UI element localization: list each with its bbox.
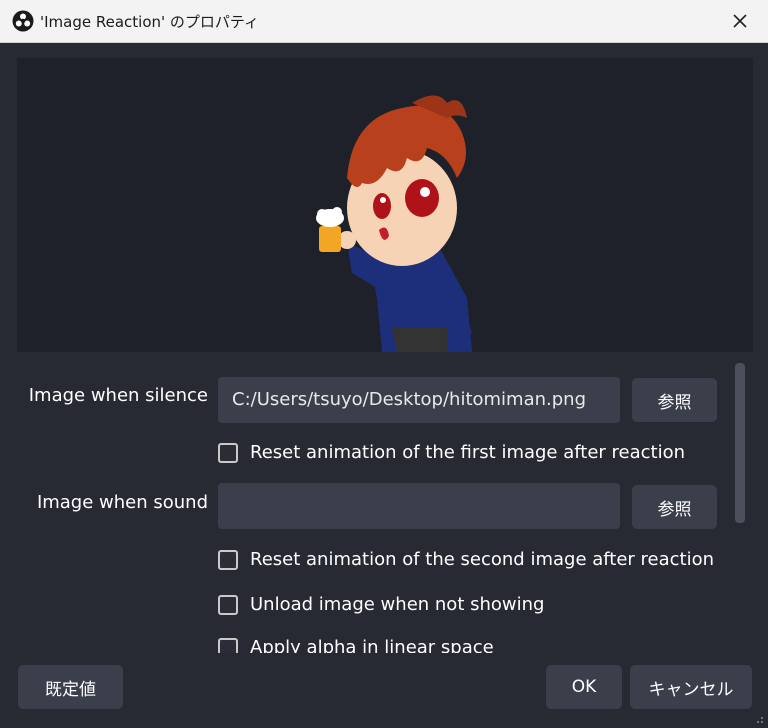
reset-first-label: Reset animation of the first image after…: [250, 442, 686, 463]
reset-second-checkbox[interactable]: [218, 549, 238, 570]
ok-button[interactable]: OK: [546, 665, 622, 709]
alpha-row[interactable]: Apply alpha in linear space: [218, 637, 494, 653]
unload-row[interactable]: Unload image when not showing: [218, 594, 544, 615]
defaults-button[interactable]: 既定値: [18, 665, 123, 709]
scrollbar[interactable]: [733, 363, 747, 655]
unload-label: Unload image when not showing: [250, 594, 545, 615]
silence-image-path-input[interactable]: C:/Users/tsuyo/Desktop/hitomiman.png: [218, 377, 620, 423]
image-preview: [17, 58, 753, 352]
property-list: Image when silence C:/Users/tsuyo/Deskto…: [0, 363, 768, 653]
close-icon: [733, 14, 747, 28]
dialog-body: Image when silence C:/Users/tsuyo/Deskto…: [0, 43, 768, 728]
silence-image-label: Image when silence: [28, 385, 208, 406]
sound-image-path-input[interactable]: [218, 483, 620, 529]
reset-second-label: Reset animation of the second image afte…: [250, 549, 715, 570]
browse-sound-button[interactable]: 参照: [632, 485, 717, 529]
window-title: 'Image Reaction' のプロパティ: [40, 13, 260, 31]
sound-image-label: Image when sound: [36, 492, 208, 513]
reset-first-checkbox[interactable]: [218, 442, 238, 463]
reset-first-row[interactable]: Reset animation of the first image after…: [218, 442, 685, 463]
alpha-label: Apply alpha in linear space: [250, 637, 494, 653]
close-button[interactable]: [718, 0, 762, 42]
character-image: [316, 95, 472, 352]
reset-second-row[interactable]: Reset animation of the second image afte…: [218, 549, 714, 570]
cancel-button[interactable]: キャンセル: [630, 665, 752, 709]
resize-grip-icon[interactable]: [754, 714, 764, 724]
scrollbar-thumb[interactable]: [735, 363, 745, 523]
obs-logo-icon: [12, 10, 34, 32]
title-bar: 'Image Reaction' のプロパティ: [0, 0, 768, 43]
unload-checkbox[interactable]: [218, 594, 238, 615]
browse-silence-button[interactable]: 参照: [632, 378, 717, 422]
alpha-checkbox[interactable]: [218, 637, 238, 653]
